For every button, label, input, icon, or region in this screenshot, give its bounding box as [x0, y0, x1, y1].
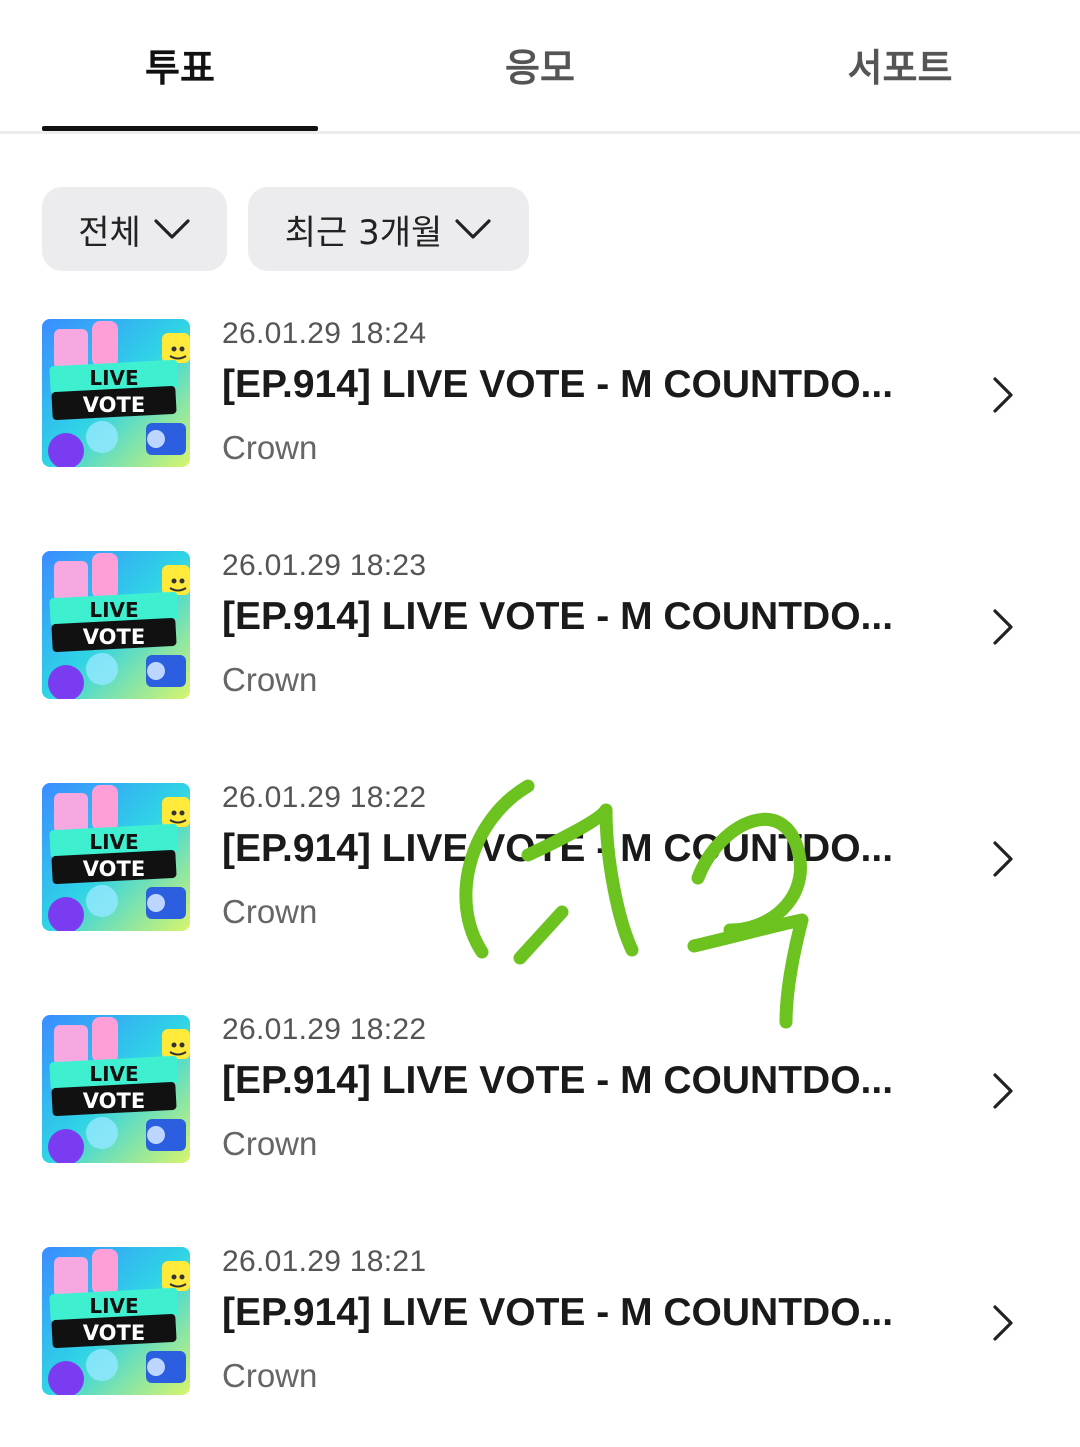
thumb-text-line2: VOTE — [83, 625, 145, 649]
thumb-text-line2: VOTE — [83, 1321, 145, 1345]
category-filter-label: 전체 — [78, 212, 141, 253]
item-date: 26.01.29 18:24 — [222, 317, 427, 350]
list-item[interactable]: LIVE VOTE 26.01.29 18:21 [EP.914] LIVE V… — [0, 1245, 1080, 1447]
item-date: 26.01.29 18:22 — [222, 781, 427, 814]
thumb-text-line2: VOTE — [83, 393, 145, 417]
thumb-text-line2: VOTE — [83, 857, 145, 881]
live-vote-thumbnail: LIVE VOTE — [42, 783, 190, 931]
item-date: 26.01.29 18:23 — [222, 549, 427, 582]
tab-vote[interactable]: 투표 — [42, 38, 318, 98]
chevron-down-icon — [454, 218, 492, 240]
period-filter-label: 최근 3개월 — [284, 212, 443, 253]
item-subtitle: Crown — [222, 893, 318, 930]
list-item[interactable]: LIVE VOTE 26.01.29 18:22 [EP.914] LIVE V… — [0, 1013, 1080, 1215]
tab-bar: 투표 응모 서포트 — [0, 0, 1080, 134]
chevron-right-icon — [993, 1305, 1013, 1341]
chevron-right-icon — [993, 377, 1013, 413]
live-vote-thumbnail: LIVE VOTE — [42, 1247, 190, 1395]
live-vote-thumbnail: LIVE VOTE — [42, 319, 190, 467]
thumb-text-line1: LIVE — [89, 598, 138, 622]
list-item[interactable]: LIVE VOTE 26.01.29 18:22 [EP.914] LIVE V… — [0, 781, 1080, 983]
thumb-text-line1: LIVE — [89, 1294, 138, 1318]
thumb-text-line1: LIVE — [89, 1062, 138, 1086]
tab-support[interactable]: 서포트 — [762, 38, 1038, 98]
item-title: [EP.914] LIVE VOTE - M COUNTDO... — [222, 1291, 894, 1334]
item-date: 26.01.29 18:22 — [222, 1013, 427, 1046]
chevron-right-icon — [993, 609, 1013, 645]
thumb-text-line1: LIVE — [89, 366, 138, 390]
item-subtitle: Crown — [222, 661, 318, 698]
list-item[interactable]: LIVE VOTE 26.01.29 18:24 [EP.914] LIVE V… — [0, 317, 1080, 519]
live-vote-thumbnail: LIVE VOTE — [42, 551, 190, 699]
item-title: [EP.914] LIVE VOTE - M COUNTDO... — [222, 827, 894, 870]
item-subtitle: Crown — [222, 1357, 318, 1394]
item-title: [EP.914] LIVE VOTE - M COUNTDO... — [222, 1059, 894, 1102]
tab-divider — [0, 131, 1080, 134]
list-item[interactable]: LIVE VOTE 26.01.29 18:23 [EP.914] LIVE V… — [0, 549, 1080, 751]
chevron-right-icon — [993, 841, 1013, 877]
chevron-right-icon — [993, 1073, 1013, 1109]
chevron-down-icon — [153, 218, 191, 240]
category-filter-button[interactable]: 전체 — [42, 187, 227, 271]
item-date: 26.01.29 18:21 — [222, 1245, 427, 1278]
tab-apply[interactable]: 응모 — [402, 38, 678, 98]
item-title: [EP.914] LIVE VOTE - M COUNTDO... — [222, 595, 894, 638]
item-subtitle: Crown — [222, 1125, 318, 1162]
period-filter-button[interactable]: 최근 3개월 — [248, 187, 529, 271]
thumb-text-line1: LIVE — [89, 830, 138, 854]
item-title: [EP.914] LIVE VOTE - M COUNTDO... — [222, 363, 894, 406]
item-subtitle: Crown — [222, 429, 318, 466]
live-vote-thumbnail: LIVE VOTE — [42, 1015, 190, 1163]
thumb-text-line2: VOTE — [83, 1089, 145, 1113]
